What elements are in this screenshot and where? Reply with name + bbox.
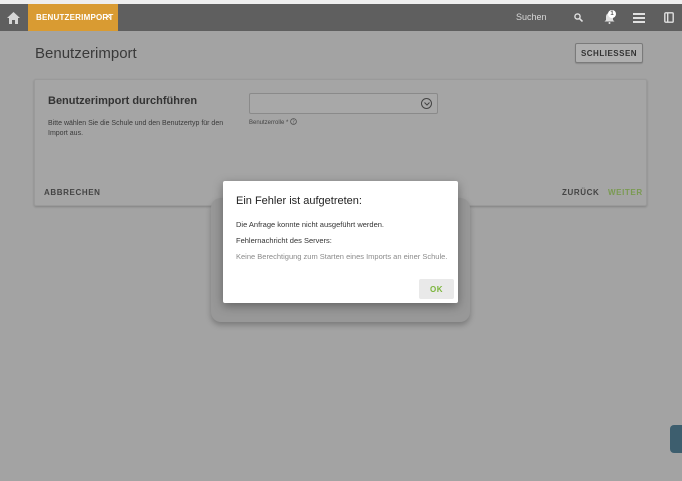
app-topbar: BENUTZERIMPORT × Suchen 1 (0, 4, 682, 31)
chevron-down-icon[interactable] (421, 98, 432, 109)
ok-button[interactable]: OK (419, 279, 454, 299)
book-icon (664, 12, 674, 23)
close-page-button[interactable]: SCHLIESSEN (575, 43, 643, 63)
tab-label: BENUTZERIMPORT (36, 13, 114, 22)
dialog-server-label: Fehlernachricht des Servers: (236, 236, 332, 245)
card-title: Benutzerimport durchführen (48, 95, 198, 107)
tab-benutzerimport[interactable]: BENUTZERIMPORT × (28, 4, 118, 31)
cancel-button[interactable]: ABBRECHEN (44, 188, 101, 197)
side-panel-handle[interactable] (670, 425, 682, 453)
role-label: Benutzerrolle * ? (249, 118, 297, 126)
role-select[interactable] (249, 93, 438, 114)
next-button[interactable]: WEITER (608, 188, 643, 197)
search-icon (573, 13, 583, 22)
help-book-button[interactable] (662, 4, 676, 31)
menu-button[interactable] (632, 4, 646, 31)
search-input[interactable]: Suchen (516, 12, 547, 22)
role-label-text: Benutzerrolle * (249, 120, 289, 126)
home-button[interactable] (0, 4, 26, 31)
svg-text:?: ? (292, 119, 295, 125)
menu-icon (633, 12, 645, 23)
page-title: Benutzerimport (35, 45, 137, 62)
search-button[interactable] (572, 4, 584, 31)
dialog-message: Die Anfrage konnte nicht ausgeführt werd… (236, 220, 385, 229)
dialog-server-error: Keine Berechtigung zum Starten eines Imp… (236, 252, 448, 261)
close-icon[interactable]: × (105, 11, 111, 23)
card-description: Bitte wählen Sie die Schule und den Benu… (48, 120, 224, 137)
dialog-title: Ein Fehler ist aufgetreten: (236, 195, 362, 207)
notification-badge: 1 (608, 10, 616, 18)
error-dialog: Ein Fehler ist aufgetreten: Die Anfrage … (223, 181, 458, 303)
back-button[interactable]: ZURÜCK (562, 188, 599, 197)
help-icon[interactable]: ? (290, 118, 297, 125)
home-icon (6, 11, 20, 24)
